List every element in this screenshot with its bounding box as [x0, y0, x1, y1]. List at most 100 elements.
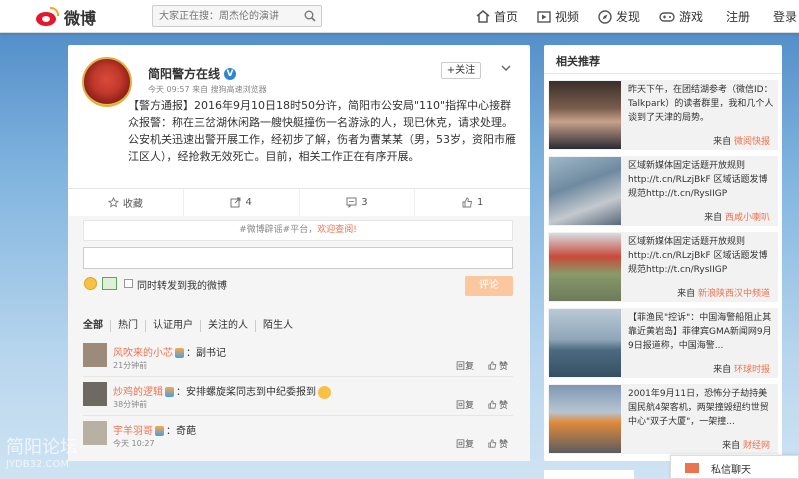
commenter-name[interactable]: 炒鸡的逻辑	[113, 387, 163, 398]
sidebar-divider	[544, 73, 782, 74]
tip-text: #微博辟谣#平台，	[239, 225, 318, 235]
weibo-post-card: 简阳警方在线 V 今天 09:57 来自 搜狗高速浏览器 +关注 【警方通报】2…	[68, 45, 530, 461]
comment-like[interactable]: 赞	[488, 359, 508, 372]
nav-game-label: 游戏	[679, 10, 704, 24]
follow-button[interactable]: +关注	[441, 62, 481, 79]
post-action-bar: 收藏 4 3 1	[68, 188, 530, 222]
card-text: 昨天下午，在团结湖参考（微信ID：Talkpark）的读者群里，我和几个人谈到了…	[628, 85, 774, 123]
repost-button[interactable]: 4	[184, 189, 300, 216]
related-card[interactable]: 【菲渔民"控诉"：中国海警船阻止其靠近黄岩岛】菲律宾GMA新闻网9月9日报道称，…	[548, 308, 778, 378]
like-icon	[462, 197, 472, 208]
private-message-bar[interactable]: 私信聊天	[670, 455, 799, 479]
comment-time: 38分钟前	[113, 400, 148, 409]
reply-link[interactable]: 回复	[456, 359, 474, 372]
comment-item: 风吹来的小芯 ：副书记 21分钟前 回复 赞	[83, 343, 513, 373]
related-card[interactable]: 区域新媒体固定话题开放规则 http://t.cn/RLzjBkF 区域话题发博…	[548, 232, 778, 302]
image-icon[interactable]	[102, 277, 117, 290]
submit-comment-button[interactable]: 评论	[465, 276, 513, 296]
rumor-tip-bar: #微博辟谣#平台，欢迎查阅!	[83, 220, 513, 241]
related-card[interactable]: 昨天下午，在团结湖参考（微信ID：Talkpark）的读者群里，我和几个人谈到了…	[548, 80, 778, 150]
related-card[interactable]: 区域新媒体固定话题开放规则 http://t.cn/RLzjBkF 区域话题发博…	[548, 156, 778, 226]
commenter-avatar[interactable]	[83, 421, 107, 445]
post-content: 【警方通报】2016年9月10日18时50分许，简阳市公安局"110"指挥中心接…	[128, 99, 516, 163]
repost-checkbox[interactable]	[124, 279, 133, 288]
nav-home-label: 首页	[494, 10, 519, 24]
search-box	[152, 5, 322, 27]
favorite-label: 收藏	[122, 199, 143, 210]
comment-button[interactable]: 3	[300, 189, 416, 222]
tab-verified[interactable]: 认证用户	[146, 320, 201, 332]
search-icon[interactable]	[304, 10, 316, 22]
reply-link[interactable]: 回复	[456, 437, 474, 450]
card-source-link[interactable]: 新浪陕西汉中频道	[698, 289, 770, 299]
laugh-emoji-icon	[318, 385, 331, 399]
commenter-name[interactable]: 宇羊羽哥	[113, 426, 153, 437]
card-source: 来自 微阅快报	[713, 137, 770, 147]
share-icon	[230, 197, 241, 208]
like-icon	[488, 439, 497, 448]
member-badge-icon	[175, 348, 184, 358]
comment-item: 宇羊羽哥 ：奇葩 今天 10:27 回复 赞	[83, 421, 513, 451]
search-input[interactable]	[153, 6, 298, 26]
comment-like-label: 赞	[499, 401, 509, 411]
card-thumbnail[interactable]	[549, 309, 621, 377]
card-thumbnail[interactable]	[549, 157, 621, 225]
comment-like[interactable]: 赞	[488, 437, 508, 450]
nav-game[interactable]: 游戏	[659, 8, 703, 25]
tab-following[interactable]: 关注的人	[201, 320, 256, 332]
emoji-icon[interactable]	[84, 277, 97, 290]
member-badge-icon	[165, 387, 174, 397]
like-button[interactable]: 1	[415, 189, 530, 216]
register-link[interactable]: 注册	[726, 8, 750, 25]
card-source: 来自 西咸小喇叭	[704, 213, 770, 223]
comment-filter-tabs: 全部 热门 认证用户 关注的人 陌生人	[83, 320, 300, 332]
nav-discover[interactable]: 发现	[598, 8, 640, 25]
post-meta: 今天 09:57 来自 搜狗高速浏览器	[148, 85, 267, 94]
nav-video[interactable]: 视频	[537, 8, 579, 25]
comment-input[interactable]	[83, 247, 513, 269]
card-text: 区域新媒体固定话题开放规则 http://t.cn/RLzjBkF 区域话题发博…	[628, 161, 768, 199]
tab-all[interactable]: 全部	[83, 320, 111, 332]
star-icon	[107, 197, 119, 208]
commenter-avatar[interactable]	[83, 343, 107, 367]
author-name[interactable]: 简阳警方在线	[148, 65, 220, 82]
like-icon	[488, 361, 497, 370]
nav-login[interactable]: 登录	[773, 8, 797, 25]
card-thumbnail[interactable]	[549, 385, 621, 453]
card-source: 来自 财经网	[722, 441, 770, 451]
author-name-row: 简阳警方在线 V	[148, 65, 237, 82]
author-avatar[interactable]	[82, 57, 132, 107]
card-source-link[interactable]: 微阅快报	[734, 137, 770, 147]
reply-link[interactable]: 回复	[456, 398, 474, 411]
video-icon	[537, 10, 551, 23]
comment-text: ：副书记	[186, 348, 226, 359]
watermark: 简阳论坛	[6, 437, 78, 458]
tab-hot[interactable]: 热门	[111, 320, 146, 332]
nav-home[interactable]: 首页	[476, 8, 518, 25]
card-source: 来自 新浪陕西汉中频道	[677, 289, 770, 299]
card-source-link[interactable]: 环球时报	[734, 365, 770, 375]
weibo-logo[interactable]: 微博	[34, 5, 96, 29]
login-link[interactable]: 登录	[773, 8, 797, 25]
chevron-down-icon[interactable]	[501, 63, 511, 73]
commenter-name[interactable]: 风吹来的小芯	[113, 348, 173, 359]
tip-link[interactable]: 欢迎查阅!	[317, 225, 357, 235]
commenter-avatar[interactable]	[83, 382, 107, 406]
comment-like[interactable]: 赞	[488, 398, 508, 411]
favorite-button[interactable]: 收藏	[68, 189, 184, 216]
commenter-line: 宇羊羽哥 ：奇葩	[113, 422, 196, 437]
nav-register[interactable]: 注册	[726, 8, 750, 25]
related-sidebar: 相关推荐 昨天下午，在团结湖参考（微信ID：Talkpark）的读者群里，我和几…	[544, 45, 782, 461]
card-source-link[interactable]: 西咸小喇叭	[725, 213, 770, 223]
compass-icon	[598, 9, 612, 24]
card-thumbnail[interactable]	[549, 81, 621, 149]
card-source-link[interactable]: 财经网	[743, 441, 770, 451]
repost-checkbox-label: 同时转发到我的微博	[137, 281, 227, 292]
tab-strangers[interactable]: 陌生人	[256, 320, 300, 332]
card-thumbnail[interactable]	[549, 233, 621, 301]
related-card[interactable]: 2001年9月11日，恐怖分子劫持美国民航4架客机，两架撞毁纽约世贸中心"双子大…	[548, 384, 778, 454]
repost-count: 4	[245, 197, 252, 208]
comment-icon	[346, 197, 357, 208]
like-count: 1	[476, 197, 484, 208]
weibo-eye-icon	[34, 6, 60, 28]
